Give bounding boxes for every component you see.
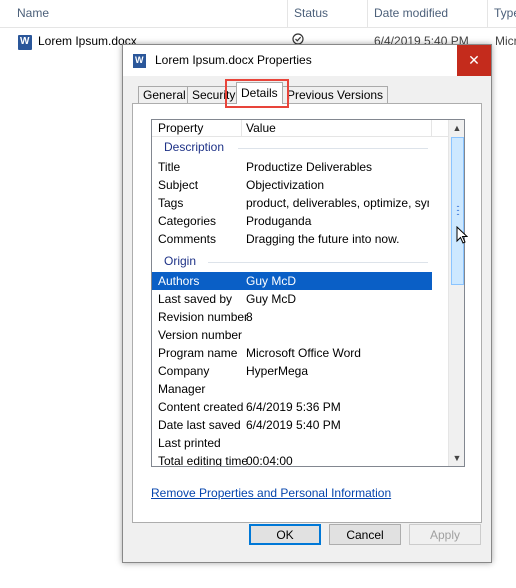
column-divider[interactable]: [367, 0, 368, 27]
tab-general[interactable]: General: [138, 86, 191, 103]
property-label: Categories: [158, 214, 217, 228]
word-document-icon: [133, 54, 146, 68]
column-divider[interactable]: [287, 0, 288, 27]
property-value: HyperMega: [246, 364, 309, 378]
property-label: Revision number: [158, 310, 249, 324]
property-label: Authors: [158, 274, 200, 288]
property-value: 6/4/2019 5:36 PM: [246, 400, 341, 414]
group-divider: [208, 262, 428, 263]
group-description: Description: [164, 140, 225, 154]
property-row-total-editing-time[interactable]: Total editing time 00:04:00: [152, 452, 432, 467]
property-row-title[interactable]: Title Productize Deliverables: [152, 158, 432, 176]
property-label: Content created: [158, 400, 244, 414]
column-status[interactable]: Status: [294, 0, 328, 27]
details-panel: Property Value Description Title Product…: [132, 103, 482, 523]
group-origin: Origin: [164, 254, 197, 268]
property-row-tags[interactable]: Tags product, deliverables, optimize, sy…: [152, 194, 432, 212]
column-date-modified[interactable]: Date modified: [374, 0, 448, 27]
apply-button[interactable]: Apply: [409, 524, 481, 545]
file-type: Micr: [495, 34, 516, 48]
property-row-company[interactable]: Company HyperMega: [152, 362, 432, 380]
scrollbar-thumb[interactable]: ---: [451, 137, 464, 285]
property-row-date-last-saved[interactable]: Date last saved 6/4/2019 5:40 PM: [152, 416, 432, 434]
property-value: Guy McD: [246, 274, 297, 288]
property-label: Company: [158, 364, 210, 378]
property-row-manager[interactable]: Manager: [152, 380, 432, 398]
property-list[interactable]: Property Value Description Title Product…: [151, 119, 465, 467]
property-row-content-created[interactable]: Content created 6/4/2019 5:36 PM: [152, 398, 432, 416]
property-row-categories[interactable]: Categories Produganda: [152, 212, 432, 230]
property-label: Last saved by: [158, 292, 233, 306]
property-row-authors[interactable]: Authors Guy McD: [152, 272, 432, 290]
vertical-scrollbar[interactable]: ▲ --- ▼: [448, 120, 464, 466]
close-button[interactable]: ✕: [457, 45, 491, 76]
word-document-icon: [18, 35, 32, 50]
property-value: Objectivization: [246, 178, 325, 192]
property-label: Version number: [158, 328, 243, 342]
property-row-comments[interactable]: Comments Dragging the future into now.: [152, 230, 432, 248]
property-row-last-saved-by[interactable]: Last saved by Guy McD: [152, 290, 432, 308]
property-row-subject[interactable]: Subject Objectivization: [152, 176, 432, 194]
property-value: Produganda: [246, 214, 312, 228]
ok-button[interactable]: OK: [249, 524, 321, 545]
property-label: Comments: [158, 232, 217, 246]
header-property[interactable]: Property: [158, 121, 203, 135]
column-divider[interactable]: [487, 0, 488, 27]
cancel-button[interactable]: Cancel: [329, 524, 401, 545]
property-value: Dragging the future into now.: [246, 232, 400, 246]
property-row-program-name[interactable]: Program name Microsoft Office Word: [152, 344, 432, 362]
property-row-last-printed[interactable]: Last printed: [152, 434, 432, 452]
property-row-version-number[interactable]: Version number: [152, 326, 432, 344]
header-value[interactable]: Value: [246, 121, 276, 135]
property-label: Title: [158, 160, 181, 174]
property-label: Subject: [158, 178, 199, 192]
property-value: Microsoft Office Word: [246, 346, 361, 360]
group-divider: [238, 148, 428, 149]
close-icon: ✕: [468, 52, 480, 68]
property-value: 00:04:00: [246, 454, 293, 467]
mouse-cursor-icon: [456, 225, 469, 248]
property-label: Total editing time: [158, 454, 249, 467]
property-label: Program name: [158, 346, 238, 360]
property-label: Tags: [158, 196, 184, 210]
property-row-revision-number[interactable]: Revision number 8: [152, 308, 432, 326]
column-divider[interactable]: [241, 120, 242, 136]
property-value: 8: [246, 310, 253, 324]
dialog-titlebar[interactable]: Lorem Ipsum.docx Properties ✕: [123, 45, 491, 76]
column-divider[interactable]: [431, 120, 432, 136]
column-header-bar: Name Status Date modified Type: [0, 0, 516, 28]
property-value: product, deliverables, optimize, sync...: [246, 196, 429, 210]
scroll-down-icon[interactable]: ▼: [449, 450, 464, 466]
properties-dialog: Lorem Ipsum.docx Properties ✕ General Se…: [122, 44, 492, 563]
scroll-up-icon[interactable]: ▲: [449, 120, 464, 136]
grip-icon: ---: [456, 201, 460, 219]
property-value: Productize Deliverables: [246, 160, 373, 174]
tab-previous-versions[interactable]: Previous Versions: [282, 86, 389, 103]
dialog-title: Lorem Ipsum.docx Properties: [155, 53, 312, 67]
column-type[interactable]: Type: [494, 0, 516, 27]
column-name[interactable]: Name: [17, 0, 49, 27]
details-tab-highlight: [225, 79, 289, 108]
property-value: 6/4/2019 5:40 PM: [246, 418, 341, 432]
property-label: Date last saved: [158, 418, 241, 432]
property-label: Manager: [158, 382, 206, 396]
property-label: Last printed: [158, 436, 221, 450]
property-list-header: Property Value: [152, 120, 464, 137]
property-value: Guy McD: [246, 292, 297, 306]
remove-properties-link[interactable]: Remove Properties and Personal Informati…: [151, 486, 391, 500]
